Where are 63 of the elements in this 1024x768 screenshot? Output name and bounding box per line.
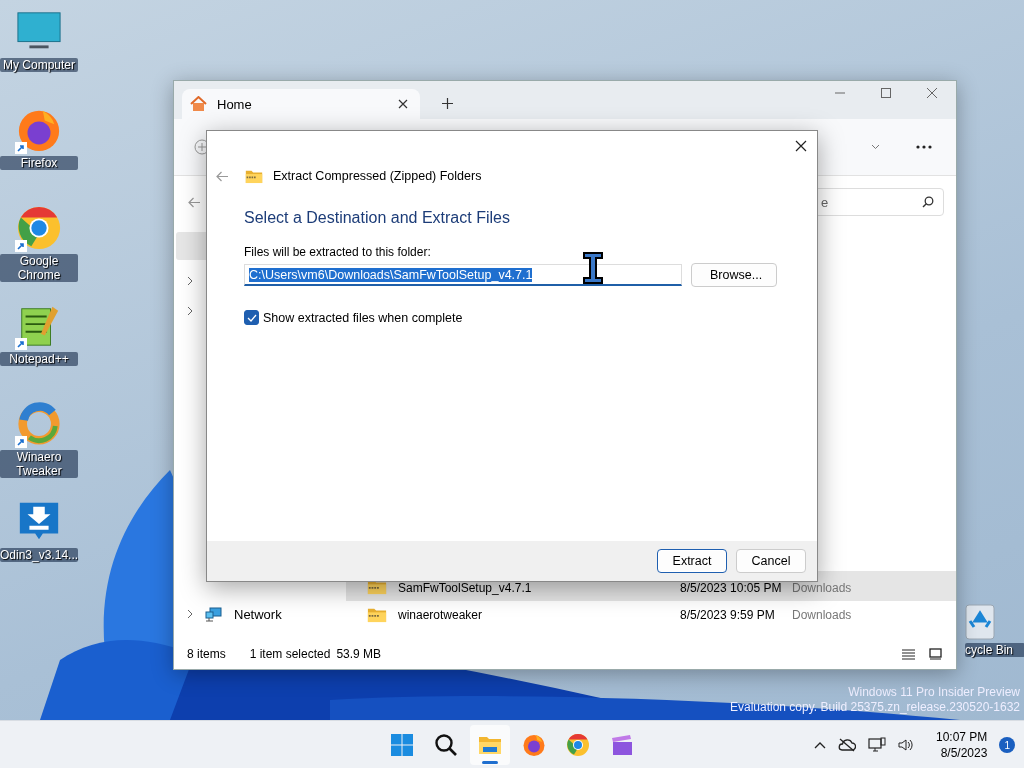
checkbox-label[interactable]: Show extracted files when complete bbox=[263, 310, 463, 325]
dialog-button[interactable]: Extract bbox=[657, 549, 727, 573]
nav-item-label[interactable]: Network bbox=[234, 606, 282, 622]
checkbox[interactable] bbox=[244, 310, 259, 325]
dialog-button[interactable]: Cancel bbox=[736, 549, 806, 573]
dialog-title: Extract Compressed (Zipped) Folders bbox=[273, 169, 482, 183]
close-icon[interactable] bbox=[398, 99, 408, 109]
file-date: 8/5/2023 9:59 PM bbox=[680, 608, 776, 622]
file-row[interactable]: winaerotweaker 8/5/2023 9:59 PM Downloads bbox=[346, 601, 956, 629]
windows-logo-icon[interactable] bbox=[390, 733, 414, 757]
selection-info: 1 item selected bbox=[249, 647, 331, 661]
browser-tab[interactable]: Home bbox=[182, 89, 420, 119]
details-view-icon[interactable] bbox=[902, 648, 915, 660]
desktop-icon-label[interactable]: Firefox bbox=[0, 156, 78, 170]
search-icon[interactable] bbox=[434, 733, 458, 757]
file-name: SamFwToolSetup_v4.7.1 bbox=[398, 581, 533, 595]
field-label: Files will be extracted to this folder: bbox=[244, 245, 432, 259]
tiles-view-icon[interactable] bbox=[929, 648, 942, 660]
swirl-icon bbox=[16, 401, 62, 447]
file-date: 8/5/2023 10:05 PM bbox=[680, 581, 781, 595]
maximize-icon[interactable] bbox=[880, 87, 892, 99]
file-location: Downloads bbox=[792, 581, 852, 595]
search-icon bbox=[922, 196, 934, 208]
item-count: 8 items bbox=[187, 647, 226, 661]
clock-time[interactable]: 10:07 PM bbox=[936, 729, 988, 745]
file-name: winaerotweaker bbox=[398, 608, 484, 622]
chevron-up-icon[interactable] bbox=[814, 741, 826, 749]
volume-icon[interactable] bbox=[898, 738, 914, 752]
new-tab-icon[interactable] bbox=[442, 98, 453, 109]
home-icon bbox=[190, 96, 207, 112]
desktop-icon-label[interactable]: Odin3_v3.14... bbox=[0, 548, 78, 562]
clapperboard-icon[interactable] bbox=[610, 733, 634, 757]
desktop-icon-label[interactable]: Winaero Tweaker bbox=[0, 450, 78, 478]
text-cursor-icon bbox=[582, 251, 604, 285]
network-icon[interactable] bbox=[868, 737, 886, 753]
close-icon[interactable] bbox=[795, 140, 807, 152]
chrome-icon bbox=[16, 205, 62, 251]
desktop-icon-label[interactable]: Google Chrome bbox=[0, 254, 78, 282]
zip-folder-icon bbox=[367, 607, 387, 623]
chevron-right-icon[interactable] bbox=[187, 609, 193, 619]
chrome-icon bbox=[566, 733, 590, 757]
chevron-right-icon[interactable] bbox=[187, 306, 193, 316]
cloud-off-icon[interactable] bbox=[838, 738, 856, 752]
back-arrow-icon[interactable] bbox=[188, 196, 201, 208]
notification-badge[interactable]: 1 bbox=[999, 737, 1016, 753]
file-location: Downloads bbox=[792, 608, 852, 622]
tab-label: Home bbox=[217, 96, 253, 112]
desktop-icon-label[interactable]: My Computer bbox=[0, 58, 78, 72]
chevron-right-icon[interactable] bbox=[187, 276, 193, 286]
browse-button[interactable]: Browse... bbox=[691, 263, 777, 287]
desktop-icon-label[interactable]: Notepad++ bbox=[0, 352, 78, 366]
network-icon bbox=[205, 606, 222, 622]
dialog-heading: Select a Destination and Extract Files bbox=[244, 209, 511, 227]
firefox-icon bbox=[522, 733, 546, 757]
more-icon[interactable] bbox=[916, 145, 932, 149]
clock-date[interactable]: 8/5/2023 bbox=[940, 745, 988, 761]
zip-folder-icon bbox=[245, 168, 263, 184]
chevron-down-icon[interactable] bbox=[871, 144, 880, 150]
back-arrow-icon[interactable] bbox=[216, 170, 229, 182]
desktop-icon-label[interactable]: cycle Bin bbox=[965, 643, 1024, 657]
selection-size: 53.9 MB bbox=[336, 647, 382, 661]
watermark-text: Windows 11 Pro Insider Preview bbox=[848, 685, 1020, 700]
recycle-bin-icon bbox=[963, 603, 997, 641]
